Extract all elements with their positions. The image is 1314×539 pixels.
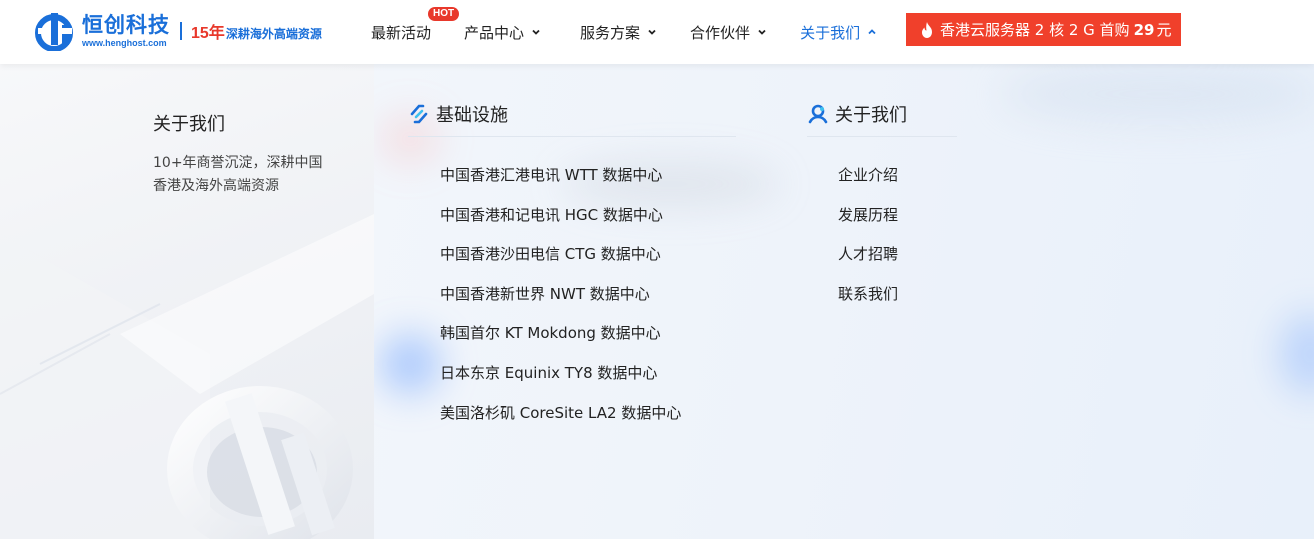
- promo-text: 香港云服务器 2 核 2 G 首购: [940, 21, 1130, 39]
- nav-item-partners[interactable]: 合作伙伴: [690, 0, 767, 64]
- link-ctg-datacenter[interactable]: 中国香港沙田电信 CTG 数据中心: [440, 243, 661, 264]
- decorative-blob: [1000, 64, 1314, 124]
- link-history[interactable]: 发展历程: [838, 204, 898, 225]
- about-heading: 关于我们: [807, 101, 907, 127]
- person-icon: [808, 104, 828, 124]
- link-contact-us[interactable]: 联系我们: [838, 283, 898, 304]
- nav-item-solutions[interactable]: 服务方案: [580, 0, 657, 64]
- nav-item-label: 产品中心: [464, 23, 525, 42]
- promo-price: 29: [1133, 20, 1155, 39]
- infrastructure-icon: [410, 104, 428, 124]
- nav-item-label: 服务方案: [580, 23, 641, 42]
- brand-name: 恒创科技: [82, 12, 170, 37]
- promo-unit: 元: [1156, 21, 1172, 39]
- logo-divider: [180, 22, 182, 40]
- site-header: 恒创科技 www.henghost.com 15年 深耕海外高端资源 最新活动 …: [0, 0, 1314, 64]
- infrastructure-divider: [408, 136, 736, 137]
- chevron-down-icon: [758, 29, 766, 35]
- main-nav: 最新活动 产品中心 HOT 服务方案 合作伙伴 关于我们: [371, 0, 877, 64]
- link-careers[interactable]: 人才招聘: [838, 243, 898, 264]
- nav-item-label: 最新活动: [371, 23, 432, 42]
- link-equinix-ty8-datacenter[interactable]: 日本东京 Equinix TY8 数据中心: [440, 362, 657, 383]
- brand-logo-icon: [35, 13, 73, 51]
- brand-domain: www.henghost.com: [82, 37, 167, 48]
- nav-item-products[interactable]: 产品中心 HOT: [428, 0, 541, 64]
- decorative-blob: [380, 334, 440, 394]
- about-divider: [807, 136, 957, 137]
- infrastructure-heading: 基础设施: [408, 101, 508, 127]
- intro-column: 关于我们 10+年商誉沉淀，深耕中国香港及海外高端资源: [0, 64, 374, 539]
- infrastructure-title: 基础设施: [436, 105, 508, 126]
- nav-item-latest-activities[interactable]: 最新活动: [371, 0, 431, 64]
- fire-icon: [922, 21, 932, 38]
- chevron-down-icon: [648, 29, 656, 35]
- nav-item-about-us[interactable]: 关于我们: [800, 0, 877, 64]
- link-nwt-datacenter[interactable]: 中国香港新世界 NWT 数据中心: [440, 283, 650, 304]
- chevron-down-icon: [532, 29, 540, 35]
- link-wtt-datacenter[interactable]: 中国香港汇港电讯 WTT 数据中心: [440, 164, 662, 185]
- about-title: 关于我们: [835, 105, 907, 126]
- about-dropdown-panel: 关于我们 10+年商誉沉淀，深耕中国香港及海外高端资源 基础设施 中国香港汇港电…: [0, 64, 1314, 539]
- chevron-up-icon: [868, 29, 876, 35]
- intro-description: 10+年商誉沉淀，深耕中国香港及海外高端资源: [153, 155, 323, 194]
- link-company-intro[interactable]: 企业介绍: [838, 164, 898, 185]
- brand-years: 15年: [191, 25, 225, 42]
- brand-logo[interactable]: 恒创科技 www.henghost.com 15年 深耕海外高端资源: [34, 10, 322, 52]
- brand-slogan: 深耕海外高端资源: [225, 27, 322, 41]
- link-kt-mokdong-datacenter[interactable]: 韩国首尔 KT Mokdong 数据中心: [440, 322, 661, 343]
- link-hgc-datacenter[interactable]: 中国香港和记电讯 HGC 数据中心: [440, 204, 663, 225]
- intro-title: 关于我们: [153, 114, 225, 135]
- nav-item-label: 关于我们: [800, 23, 861, 42]
- hot-badge: HOT: [428, 7, 460, 21]
- decorative-blob: [1280, 314, 1314, 394]
- promo-banner[interactable]: 香港云服务器 2 核 2 G 首购 29 元: [906, 13, 1181, 46]
- nav-item-label: 合作伙伴: [690, 23, 751, 42]
- link-coresite-la2-datacenter[interactable]: 美国洛杉矶 CoreSite LA2 数据中心: [440, 402, 681, 423]
